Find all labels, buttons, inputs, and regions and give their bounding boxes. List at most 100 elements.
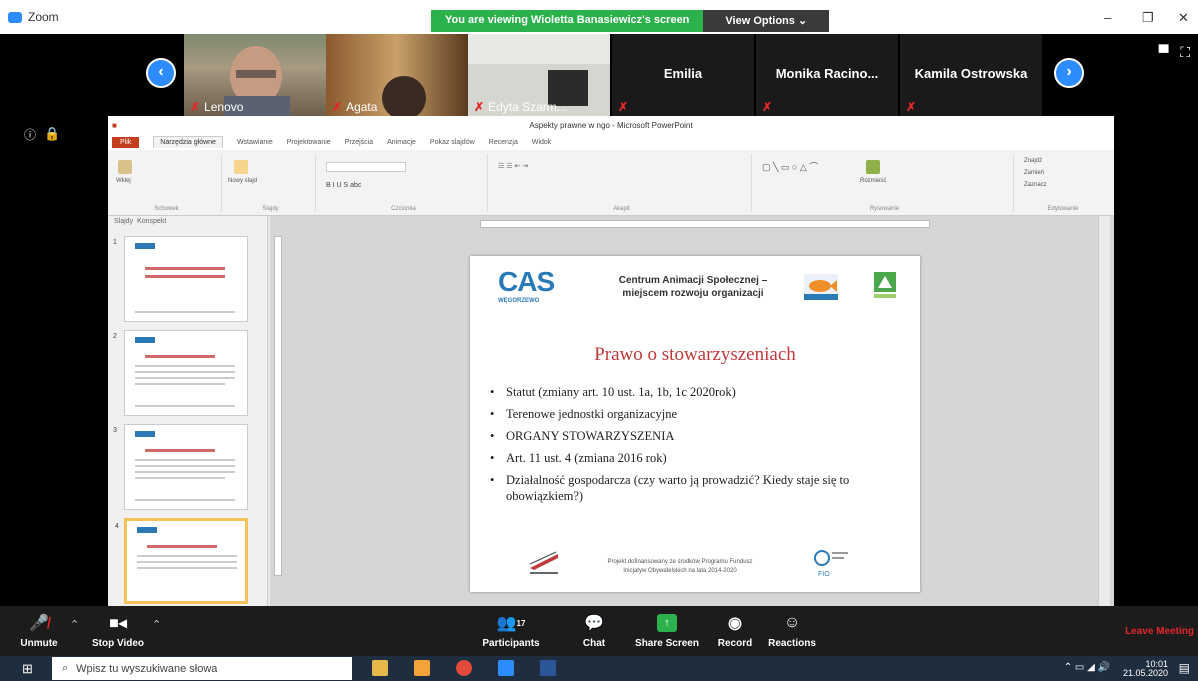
participant-tile-agata[interactable]: ✗ Agata	[326, 34, 468, 116]
current-slide[interactable]: CAS WĘGORZEWO Centrum Animacji Społeczne…	[470, 256, 920, 592]
cas-logo: CAS WĘGORZEWO	[498, 266, 555, 304]
slide-thumbnail-selected[interactable]: 4	[115, 518, 248, 604]
slide-thumbnail[interactable]: 3	[113, 424, 248, 510]
file-explorer-icon[interactable]	[372, 660, 388, 676]
app-icon[interactable]	[414, 660, 430, 676]
notifications-icon[interactable]: ▤	[1179, 661, 1190, 675]
leave-meeting-button[interactable]: Leave Meeting	[1125, 626, 1194, 637]
tab-slideshow[interactable]: Pokaz slajdów	[430, 139, 475, 146]
participant-tile-monika[interactable]: Monika Racino... ✗	[756, 34, 898, 116]
participant-tile-lenovo[interactable]: ✗ Lenovo	[184, 34, 326, 116]
new-slide-label: Nowy slajd	[228, 178, 258, 184]
unmute-button[interactable]: 🎤̸ Unmute	[14, 612, 64, 649]
stop-video-button[interactable]: ■◂ Stop Video	[88, 612, 148, 649]
app-name: Zoom	[28, 10, 59, 24]
tab-design[interactable]: Projektowanie	[287, 139, 331, 146]
lock-icon[interactable]: 🔒	[44, 126, 60, 143]
share-screen-icon: ↑	[657, 614, 677, 632]
system-tray-icons[interactable]: ⌃ ▭ ◢ 🔊	[1064, 662, 1110, 673]
muted-mic-icon: ✗	[618, 100, 629, 114]
find-button[interactable]: Znajdź	[1024, 158, 1042, 164]
reactions-button[interactable]: ☺ Reactions	[764, 612, 820, 649]
bullet-item: Art. 11 ust. 4 (zmiana 2016 rok)	[486, 450, 906, 466]
slide-title: Prawo o stowarzyszeniach	[594, 344, 796, 365]
info-icon[interactable]: ⓘ	[24, 126, 36, 143]
clock[interactable]: 10:01 21.05.2020	[1123, 660, 1168, 678]
record-button[interactable]: ◉ Record	[712, 612, 758, 649]
slide-editor: CAS WĘGORZEWO Centrum Animacji Społeczne…	[270, 216, 1114, 606]
select-button[interactable]: Zaznacz	[1024, 182, 1047, 188]
ribbon-group-drawing: ▢ ╲ ▭ ○ △ ⌒ Rozmieść Rysowanie	[756, 154, 1014, 212]
fish-logo-icon	[804, 274, 838, 300]
zoom-title-bar: Zoom You are viewing Wioletta Banasiewic…	[0, 0, 1198, 34]
slide-thumbnail[interactable]: 2	[113, 330, 248, 416]
participant-name: Lenovo	[204, 100, 244, 114]
slide-number: 4	[115, 523, 119, 530]
thumb-logo	[135, 243, 155, 249]
muted-mic-icon: ✗	[332, 100, 343, 114]
tab-outline[interactable]: Konspekt	[137, 218, 166, 228]
tab-transitions[interactable]: Przejścia	[345, 139, 373, 146]
chat-label: Chat	[582, 638, 606, 649]
new-slide-icon[interactable]	[234, 160, 248, 174]
participant-name: Kamila Ostrowska	[914, 66, 1028, 81]
thumb-line	[135, 383, 225, 385]
shapes-gallery[interactable]: ▢ ╲ ▭ ○ △ ⌒	[762, 160, 818, 173]
audio-options-caret-icon[interactable]: ⌃	[70, 618, 79, 631]
restore-button[interactable]: ❐	[1142, 10, 1154, 26]
arrange-label: Rozmieść	[860, 178, 887, 184]
clock-date: 21.05.2020	[1122, 668, 1168, 678]
view-options-button[interactable]: View Options ⌄	[703, 10, 830, 32]
tab-review[interactable]: Recenzja	[489, 139, 518, 146]
participant-tile-kamila[interactable]: Kamila Ostrowska ✗	[900, 34, 1042, 116]
fullscreen-icon[interactable]: ⛶	[1180, 44, 1190, 60]
font-name-select[interactable]	[326, 162, 406, 172]
taskbar-search[interactable]: ⌕ Wpisz tu wyszukiwane słowa	[52, 657, 352, 680]
tab-slides[interactable]: Slajdy	[114, 218, 133, 228]
zoom-taskbar-icon[interactable]	[498, 660, 514, 676]
meeting-controls: 🎤̸ Unmute ⌃ ■◂ Stop Video ⌃ 👥 17 Particip…	[0, 606, 1198, 656]
chat-button[interactable]: 💬 Chat	[574, 612, 614, 649]
participant-tile-emilia[interactable]: Emilia ✗	[612, 34, 754, 116]
participant-tile-edyta[interactable]: ✗ Edyta Szarm...	[468, 34, 610, 116]
tab-animations[interactable]: Animacje	[387, 139, 416, 146]
word-icon[interactable]	[540, 660, 556, 676]
horizontal-ruler	[480, 220, 930, 228]
vertical-scrollbar[interactable]	[1098, 216, 1110, 606]
tab-insert[interactable]: Wstawianie	[237, 139, 273, 146]
chrome-icon[interactable]	[456, 660, 472, 676]
thumb-footer	[135, 405, 235, 407]
prev-page-button[interactable]: ‹	[146, 58, 176, 88]
share-screen-button[interactable]: ↑ Share Screen	[632, 612, 702, 649]
thumb-footer	[135, 499, 235, 501]
viewing-screen-label: You are viewing Wioletta Banasiewicz's s…	[431, 10, 704, 32]
bullet-item: Działalność gospodarcza (czy warto ją pr…	[486, 472, 906, 504]
meeting-info-icons: ⓘ 🔒	[24, 126, 60, 143]
arrange-icon[interactable]	[866, 160, 880, 174]
close-button[interactable]: ✕	[1178, 10, 1189, 26]
thumb-footer	[135, 311, 235, 313]
group-label: Edytowanie	[1047, 206, 1079, 212]
minimize-button[interactable]: –	[1104, 10, 1111, 25]
ribbon-group-paragraph: ☰ ☰ ⇤ ⇥ Akapit	[492, 154, 752, 212]
slide-thumbnail[interactable]: 1	[113, 236, 248, 322]
search-icon: ⌕	[62, 662, 69, 674]
muted-mic-icon: ✗	[190, 100, 201, 114]
paste-icon[interactable]	[118, 160, 132, 174]
next-page-button[interactable]: ›	[1054, 58, 1084, 88]
replace-button[interactable]: Zamień	[1024, 170, 1044, 176]
record-icon: ◉	[728, 615, 742, 632]
participants-button[interactable]: 👥 17 Participants	[476, 612, 546, 649]
font-style-buttons[interactable]: B I U S abc	[326, 182, 361, 189]
video-options-caret-icon[interactable]: ⌃	[152, 618, 161, 631]
tab-home[interactable]: Narzędzia główne	[153, 136, 223, 148]
tab-view[interactable]: Widok	[532, 139, 551, 146]
list-buttons[interactable]: ☰ ☰ ⇤ ⇥	[498, 162, 528, 170]
windows-start-icon[interactable]: ⊞	[22, 661, 33, 677]
thumb-line	[135, 465, 235, 467]
tab-file[interactable]: Plik	[112, 136, 140, 148]
thumb-logo	[137, 527, 157, 533]
thumbnail-tabs: Slajdy Konspekt	[108, 216, 267, 230]
thumb-line	[135, 471, 235, 473]
speaker-view-icon[interactable]: ▀	[1159, 44, 1169, 60]
